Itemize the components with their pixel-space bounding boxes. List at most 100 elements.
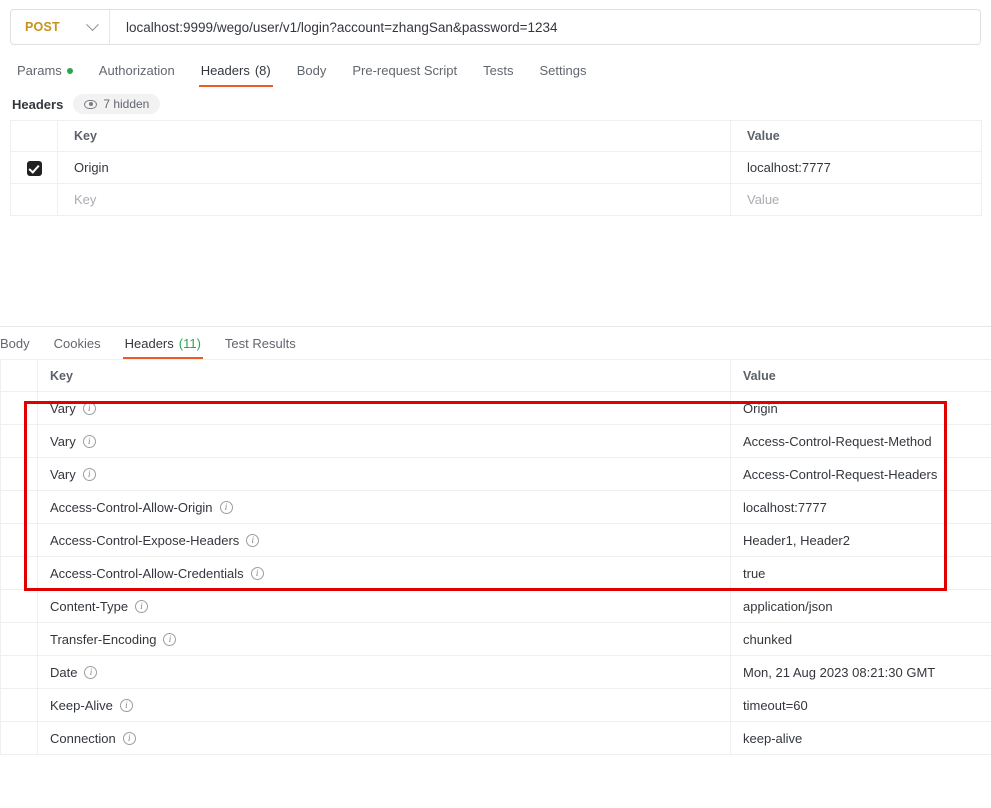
response-tab-bar: Body Cookies Headers (11) Test Results: [0, 328, 991, 359]
request-tab-bar: Params Authorization Headers (8) Body Pr…: [0, 57, 991, 87]
row-checkbox-cell[interactable]: [10, 151, 58, 184]
info-icon[interactable]: i: [119, 698, 133, 712]
response-headers-table: Key Value Vary i Origin Vary i Access-Co…: [0, 359, 991, 755]
gutter-cell: [0, 721, 38, 755]
table-row-empty: Key Value: [10, 183, 982, 216]
header-key-cell: Access-Control-Expose-Headers i: [37, 523, 731, 557]
header-key-cell: Transfer-Encoding i: [37, 622, 731, 656]
request-headers-table-wrap: Key Value Origin localhost:7777 Key Valu…: [0, 120, 991, 216]
gutter-cell: [0, 523, 38, 557]
table-row: Keep-Alive i timeout=60: [0, 688, 991, 722]
header-key-cell: Vary i: [37, 457, 731, 491]
info-icon[interactable]: i: [219, 500, 233, 514]
tab-settings-label: Settings: [539, 63, 587, 78]
panel-divider: [0, 326, 991, 327]
tab-test-results[interactable]: Test Results: [213, 336, 308, 359]
info-icon[interactable]: i: [82, 467, 96, 481]
hidden-headers-label: 7 hidden: [103, 97, 150, 111]
tab-headers-label: Headers: [200, 63, 250, 78]
tab-params[interactable]: Params: [4, 63, 86, 87]
header-value-cell: timeout=60: [730, 688, 991, 722]
headers-section-title: Headers: [12, 96, 64, 112]
header-key-cell[interactable]: Origin: [57, 151, 731, 184]
tab-tests[interactable]: Tests: [470, 63, 526, 87]
info-icon[interactable]: i: [163, 632, 177, 646]
select-all-cell: [10, 120, 58, 152]
new-header-value-input[interactable]: Value: [730, 183, 982, 216]
hidden-headers-toggle[interactable]: 7 hidden: [73, 94, 161, 114]
url-input[interactable]: localhost:9999/wego/user/v1/login?accoun…: [110, 10, 980, 44]
eye-icon: [84, 99, 98, 109]
header-key-cell: Vary i: [37, 424, 731, 458]
info-icon[interactable]: i: [246, 533, 260, 547]
column-header-key: Key: [57, 120, 731, 152]
tab-authorization-label: Authorization: [98, 63, 175, 78]
headers-section-bar: Headers 7 hidden: [0, 90, 991, 118]
header-value-cell: Access-Control-Request-Headers: [730, 457, 991, 491]
info-icon[interactable]: i: [82, 434, 96, 448]
http-method-selector[interactable]: POST: [11, 10, 110, 44]
header-value-cell[interactable]: localhost:7777: [730, 151, 982, 184]
info-icon[interactable]: i: [82, 401, 96, 415]
tab-authorization[interactable]: Authorization: [86, 63, 188, 87]
header-key-text: Keep-Alive: [50, 697, 113, 713]
header-value-cell: chunked: [730, 622, 991, 656]
tab-tests-label: Tests: [483, 63, 514, 78]
tab-body-label: Body: [296, 63, 327, 78]
header-key-text: Content-Type: [50, 598, 129, 614]
table-row: Connection i keep-alive: [0, 721, 991, 755]
header-key-cell: Connection i: [37, 721, 731, 755]
info-icon[interactable]: i: [250, 566, 264, 580]
header-key-text: Vary: [50, 433, 76, 449]
tab-response-headers-label: Headers: [124, 336, 174, 351]
header-value-cell: keep-alive: [730, 721, 991, 755]
http-method-label: POST: [25, 20, 60, 34]
header-value-cell: localhost:7777: [730, 490, 991, 524]
gutter-cell: [0, 556, 38, 590]
header-key-text: Access-Control-Expose-Headers: [50, 532, 240, 548]
table-row: Access-Control-Allow-Origin i localhost:…: [0, 490, 991, 524]
tab-settings[interactable]: Settings: [526, 63, 599, 87]
gutter-cell: [0, 359, 38, 392]
info-icon[interactable]: i: [122, 731, 136, 745]
response-headers-body: Vary i Origin Vary i Access-Control-Requ…: [0, 391, 991, 755]
table-row: Date i Mon, 21 Aug 2023 08:21:30 GMT: [0, 655, 991, 689]
gutter-cell: [0, 424, 38, 458]
info-icon[interactable]: i: [135, 599, 149, 613]
header-key-cell: Access-Control-Allow-Credentials i: [37, 556, 731, 590]
table-row: Vary i Access-Control-Request-Method: [0, 424, 991, 458]
column-header-value: Value: [730, 120, 982, 152]
header-key-cell: Access-Control-Allow-Origin i: [37, 490, 731, 524]
info-icon[interactable]: i: [84, 665, 98, 679]
table-header-row: Key Value: [10, 120, 982, 152]
tab-response-body[interactable]: Body: [0, 336, 42, 359]
new-header-key-input[interactable]: Key: [57, 183, 731, 216]
tab-response-body-label: Body: [0, 336, 30, 351]
tab-response-cookies-label: Cookies: [53, 336, 101, 351]
header-value-cell: Mon, 21 Aug 2023 08:21:30 GMT: [730, 655, 991, 689]
header-key-text: Vary: [50, 466, 76, 482]
tab-response-headers[interactable]: Headers (11): [113, 336, 213, 359]
gutter-cell: [0, 589, 38, 623]
header-value-cell: Access-Control-Request-Method: [730, 424, 991, 458]
tab-pre-request-script[interactable]: Pre-request Script: [339, 63, 470, 87]
table-header-row: Key Value: [0, 359, 991, 392]
header-value-cell: application/json: [730, 589, 991, 623]
url-bar-container: POST localhost:9999/wego/user/v1/login?a…: [10, 9, 981, 45]
header-key-cell: Vary i: [37, 391, 731, 425]
gutter-cell: [0, 457, 38, 491]
tab-body[interactable]: Body: [284, 63, 340, 87]
table-row: Access-Control-Expose-Headers i Header1,…: [0, 523, 991, 557]
header-key-cell: Keep-Alive i: [37, 688, 731, 722]
tab-response-cookies[interactable]: Cookies: [42, 336, 113, 359]
table-row: Content-Type i application/json: [0, 589, 991, 623]
header-key-text: Transfer-Encoding: [50, 631, 157, 647]
response-headers-area: Key Value Vary i Origin Vary i Access-Co…: [0, 359, 991, 755]
gutter-cell: [0, 490, 38, 524]
row-checkbox-cell-empty[interactable]: [10, 183, 58, 216]
url-text: localhost:9999/wego/user/v1/login?accoun…: [126, 19, 558, 35]
tab-headers[interactable]: Headers (8): [188, 63, 284, 87]
checkbox-checked-icon[interactable]: [26, 160, 42, 176]
gutter-cell: [0, 688, 38, 722]
header-key-text: Vary: [50, 400, 76, 416]
